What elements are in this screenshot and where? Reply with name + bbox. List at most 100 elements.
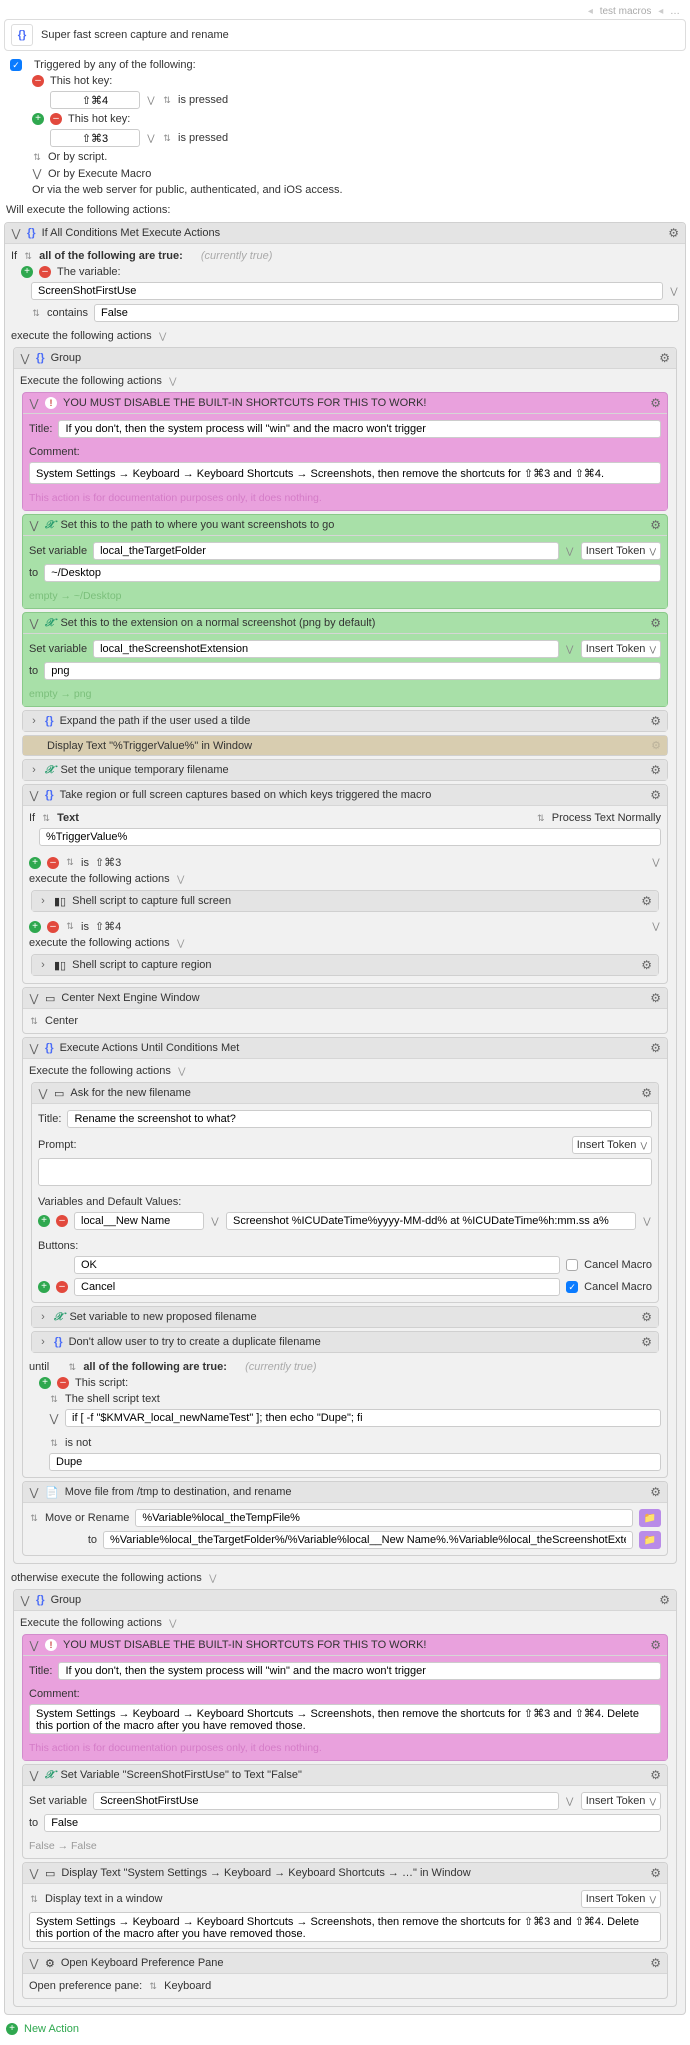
variable-name-field[interactable] (93, 542, 559, 560)
disclosure-icon[interactable]: ⋁ (32, 167, 42, 180)
gear-icon[interactable]: ⚙ (650, 518, 661, 532)
add-icon[interactable]: + (21, 266, 33, 278)
gear-icon[interactable]: ⚙ (641, 958, 652, 972)
openpref-value[interactable]: Keyboard (164, 1980, 211, 1992)
contains-value-field[interactable] (94, 304, 679, 322)
chevron-down-icon[interactable]: ⋁ (168, 376, 178, 387)
move-src-field[interactable] (135, 1509, 633, 1527)
gear-icon[interactable]: ⚙ (650, 396, 661, 410)
disclosure-icon[interactable]: ⋁ (49, 1412, 59, 1425)
disclosure-icon[interactable]: › (38, 959, 48, 971)
dropdown-icon[interactable]: ⋁ (669, 286, 679, 297)
prompt-title-field[interactable] (67, 1110, 652, 1128)
gear-icon[interactable]: ⚙ (650, 1638, 661, 1652)
add-icon[interactable]: + (29, 921, 41, 933)
gear-icon[interactable]: ⚙ (641, 894, 652, 908)
gear-icon[interactable]: ⚙ (641, 1335, 652, 1349)
enabled-checkbox[interactable]: ✓ (10, 59, 22, 71)
crumb-parent[interactable]: test macros (600, 6, 652, 17)
chevron-down-icon[interactable]: ⋁ (208, 1573, 218, 1584)
remove-icon[interactable]: – (57, 1377, 69, 1389)
disclosure-icon[interactable]: ⋁ (29, 397, 39, 410)
move-dst-field[interactable] (103, 1531, 633, 1549)
disclosure-icon[interactable]: › (29, 764, 39, 776)
gear-icon[interactable]: ⚙ (650, 788, 661, 802)
stepper-icon[interactable]: ⇅ (31, 308, 41, 319)
chevron-down-icon[interactable]: ⋁ (176, 874, 186, 885)
gear-icon[interactable]: ⚙ (668, 226, 679, 240)
stepper-icon[interactable]: ⇅ (536, 813, 546, 824)
stepper-icon[interactable]: ⇅ (29, 1513, 39, 1524)
stepper-icon[interactable]: ⇅ (32, 152, 42, 163)
add-icon[interactable]: + (29, 857, 41, 869)
dropdown-icon[interactable]: ⋁ (210, 1216, 220, 1227)
disclosure-icon[interactable]: ⋁ (29, 617, 39, 630)
disclosure-icon[interactable]: › (38, 895, 48, 907)
add-icon[interactable]: + (38, 1281, 50, 1293)
center-label[interactable]: Center (45, 1015, 78, 1027)
gear-icon[interactable]: ⚙ (650, 1041, 661, 1055)
warn-comment-field-2[interactable] (29, 1704, 661, 1734)
shell-text-label[interactable]: The shell script text (65, 1393, 160, 1405)
disclosure-icon[interactable]: ⋁ (29, 1867, 39, 1880)
button-ok-field[interactable] (74, 1256, 560, 1274)
stepper-icon[interactable]: ⇅ (65, 921, 75, 932)
warn-title-field[interactable] (58, 420, 661, 438)
dropdown-icon[interactable]: ⋁ (565, 644, 575, 655)
stepper-icon[interactable]: ⇅ (23, 251, 33, 262)
disclosure-icon[interactable]: ⋁ (11, 227, 21, 240)
breadcrumb[interactable]: ◂ test macros ◂ … (4, 4, 686, 19)
chevron-down-icon[interactable]: ⋁ (176, 938, 186, 949)
cancel-macro-checkbox[interactable] (566, 1259, 578, 1271)
variable-value-field[interactable] (44, 1814, 661, 1832)
contains-label[interactable]: contains (47, 307, 88, 319)
remove-trigger-icon[interactable]: – (50, 113, 62, 125)
insert-token-button[interactable]: Insert Token⋁ (581, 1890, 661, 1908)
dropdown-icon[interactable]: ⋁ (565, 546, 575, 557)
add-trigger-icon[interactable]: + (32, 113, 44, 125)
var-default-field[interactable] (226, 1212, 636, 1230)
disclosure-icon[interactable]: › (38, 1311, 48, 1323)
remove-icon[interactable]: – (39, 266, 51, 278)
disclosure-icon[interactable]: ⋁ (29, 519, 39, 532)
var-name-field[interactable] (74, 1212, 204, 1230)
gear-icon[interactable]: ⚙ (641, 1086, 652, 1100)
insert-token-button[interactable]: Insert Token⋁ (581, 640, 661, 658)
gear-icon[interactable]: ⚙ (650, 763, 661, 777)
chevron-down-icon[interactable]: ⋁ (177, 1066, 187, 1077)
gear-icon[interactable]: ⚙ (650, 1485, 661, 1499)
gear-icon[interactable]: ⚙ (650, 616, 661, 630)
is-not-label[interactable]: is not (65, 1437, 91, 1449)
gear-icon[interactable]: ⚙ (650, 991, 661, 1005)
disclosure-icon[interactable]: › (29, 715, 39, 727)
variable-name-field[interactable] (93, 640, 559, 658)
disclosure-icon[interactable]: ⋁ (20, 1594, 30, 1607)
dupe-field[interactable] (49, 1453, 661, 1471)
button-cancel-field[interactable] (74, 1278, 560, 1296)
disclosure-icon[interactable]: ⋁ (29, 992, 39, 1005)
disclosure-icon[interactable]: ⋁ (29, 1042, 39, 1055)
variable-value-field[interactable] (44, 662, 661, 680)
disclosure-icon[interactable]: ⋁ (29, 1639, 39, 1652)
cancel-macro-checkbox[interactable]: ✓ (566, 1281, 578, 1293)
trigger-value-field[interactable] (39, 828, 661, 846)
script-field[interactable] (65, 1409, 661, 1427)
disclosure-icon[interactable]: ⋁ (29, 789, 39, 802)
gear-icon[interactable]: ⚙ (650, 1768, 661, 1782)
prompt-text-field[interactable] (38, 1158, 652, 1186)
stepper-icon[interactable]: ⋁ (146, 133, 156, 144)
gear-icon[interactable]: ⚙ (650, 714, 661, 728)
insert-token-button[interactable]: Insert Token⋁ (581, 1792, 661, 1810)
hotkey-field-1[interactable] (50, 91, 140, 109)
crumb-current[interactable]: … (670, 6, 680, 17)
macro-title[interactable]: Super fast screen capture and rename (41, 29, 229, 41)
stepper-icon[interactable]: ⇅ (162, 95, 172, 106)
insert-token-button[interactable]: Insert Token⋁ (572, 1136, 652, 1154)
chevron-down-icon[interactable]: ⋁ (168, 1618, 178, 1629)
remove-icon[interactable]: – (47, 857, 59, 869)
stepper-icon[interactable]: ⇅ (29, 1016, 39, 1027)
dropdown-icon[interactable]: ⋁ (651, 921, 661, 932)
stepper-icon[interactable]: ⇅ (65, 857, 75, 868)
disclosure-icon[interactable]: ⋁ (38, 1087, 48, 1100)
insert-token-button[interactable]: Insert Token⋁ (581, 542, 661, 560)
